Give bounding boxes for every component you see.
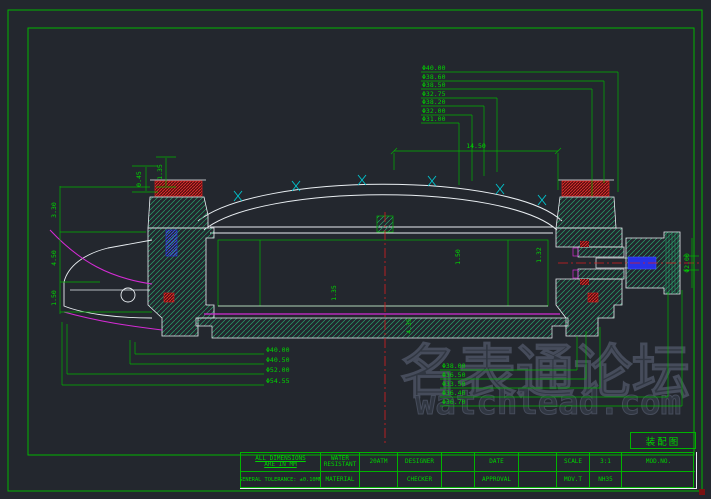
tube-gasket-upper	[580, 241, 589, 247]
bezel-gasket-right	[562, 181, 609, 196]
movt-cell: MOV.T	[556, 471, 589, 489]
bezel-gasket-left	[155, 181, 202, 196]
designer-value-cell	[441, 453, 474, 471]
designer-cell: DESIGNER	[397, 453, 441, 471]
titleblock-white-edge-right	[696, 452, 697, 489]
scale-value-cell: 3:1	[589, 453, 621, 471]
tolerance-note-cell: (GENERAL TOLERANCE: ±0.10MM)	[241, 471, 320, 489]
case-seal-blue-left	[166, 230, 177, 256]
assembly-drawing: 名表通论坛 watchlead.com	[0, 0, 711, 499]
lug-left	[50, 230, 162, 330]
caseback-gasket-right	[588, 293, 598, 302]
dim-label: Φ36.70	[442, 398, 466, 406]
dim-label: 1.50	[454, 249, 462, 265]
water-resistant-cell: WATER RESISTANT	[320, 453, 359, 471]
dim-label: 1.50	[50, 290, 58, 306]
dim-label: 1.35	[156, 164, 164, 180]
bezel-right	[556, 180, 616, 228]
corner-red-mark	[699, 489, 705, 495]
modno-label: MOD.NO.	[646, 459, 671, 465]
dim-label: Φ52.00	[266, 366, 290, 374]
modno-value-cell	[621, 471, 695, 489]
movt-label: MOV.T	[564, 477, 582, 483]
drawing-type-tag: 装配图	[630, 432, 696, 449]
date-cell: DATE	[474, 453, 518, 471]
movement	[218, 216, 548, 306]
date-value-cell	[518, 453, 556, 471]
dim-label: 4.35	[405, 318, 413, 334]
dim-label: Φ38.50	[422, 81, 446, 89]
date-label: DATE	[489, 459, 503, 465]
dim-label: Φ38.60	[422, 73, 446, 81]
water-rating-value: 20ATM	[369, 459, 387, 465]
dim-label: Φ38.20	[422, 98, 446, 106]
tolerance-note: (GENERAL TOLERANCE: ±0.10MM)	[241, 478, 320, 484]
dim-crown-stem: Φ2.00	[683, 253, 691, 273]
movt-value-cell: NH35	[589, 471, 621, 489]
dim-label: 1.32	[535, 247, 543, 263]
dim-label: Φ36.40	[442, 389, 466, 397]
material-label: MATERIAL	[326, 477, 355, 483]
scale-label: SCALE	[564, 459, 582, 465]
water-label-line2: RESISTANT	[324, 462, 357, 468]
glass-hatch-marks	[234, 175, 546, 205]
dimensions-note-line2: ARE IN MM	[264, 462, 297, 468]
material-cell: MATERIAL	[320, 471, 359, 489]
titleblock-white-edge-bottom	[240, 488, 697, 489]
dim-label: Φ54.55	[266, 377, 290, 385]
title-block: ALL DIMENSIONS ARE IN MM WATER RESISTANT…	[240, 452, 694, 488]
dim-label: 0.45	[135, 171, 143, 187]
dim-label: Φ32.00	[422, 107, 446, 115]
tube-gasket-lower	[580, 279, 589, 285]
atm-cell: 20ATM	[359, 453, 397, 471]
dimensions-note-cell: ALL DIMENSIONS ARE IN MM	[241, 453, 320, 471]
dim-label: 1.35	[330, 285, 338, 301]
case-back	[196, 314, 568, 338]
scale-cell: SCALE	[556, 453, 589, 471]
dim-label: 4.50	[50, 250, 58, 266]
cad-drawing-canvas[interactable]: 名表通论坛 watchlead.com	[0, 0, 711, 499]
dim-label: Φ33.50	[442, 380, 466, 388]
dim-label: Φ40.00	[422, 64, 446, 72]
dim-top-width: 14.50	[466, 142, 486, 150]
dim-label: Φ31.00	[422, 115, 446, 123]
movt-value: NH35	[598, 477, 612, 483]
crown-tube-upper	[578, 247, 624, 257]
checker-value-cell	[441, 471, 474, 489]
dim-label: Φ32.75	[422, 90, 446, 98]
approval-label: APPROVAL	[482, 477, 511, 483]
dim-label: Φ36.50	[442, 371, 466, 379]
drawing-type-label: 装配图	[646, 434, 681, 448]
crown-tube-lower	[578, 269, 624, 279]
checker-cell: CHECKER	[397, 471, 441, 489]
dim-label: Φ40.50	[266, 356, 290, 364]
scale-value: 3:1	[600, 459, 611, 465]
dim-label: Φ38.00	[442, 362, 466, 370]
dim-label: Φ40.00	[266, 346, 290, 354]
checker-label: CHECKER	[407, 477, 432, 483]
material-value-cell	[359, 471, 397, 489]
approval-value-cell	[518, 471, 556, 489]
caseback-gasket-left	[164, 293, 174, 302]
modno-cell: MOD.NO.	[621, 453, 695, 471]
dim-label: 3.30	[50, 202, 58, 218]
designer-label: DESIGNER	[405, 459, 434, 465]
approval-cell: APPROVAL	[474, 471, 518, 489]
